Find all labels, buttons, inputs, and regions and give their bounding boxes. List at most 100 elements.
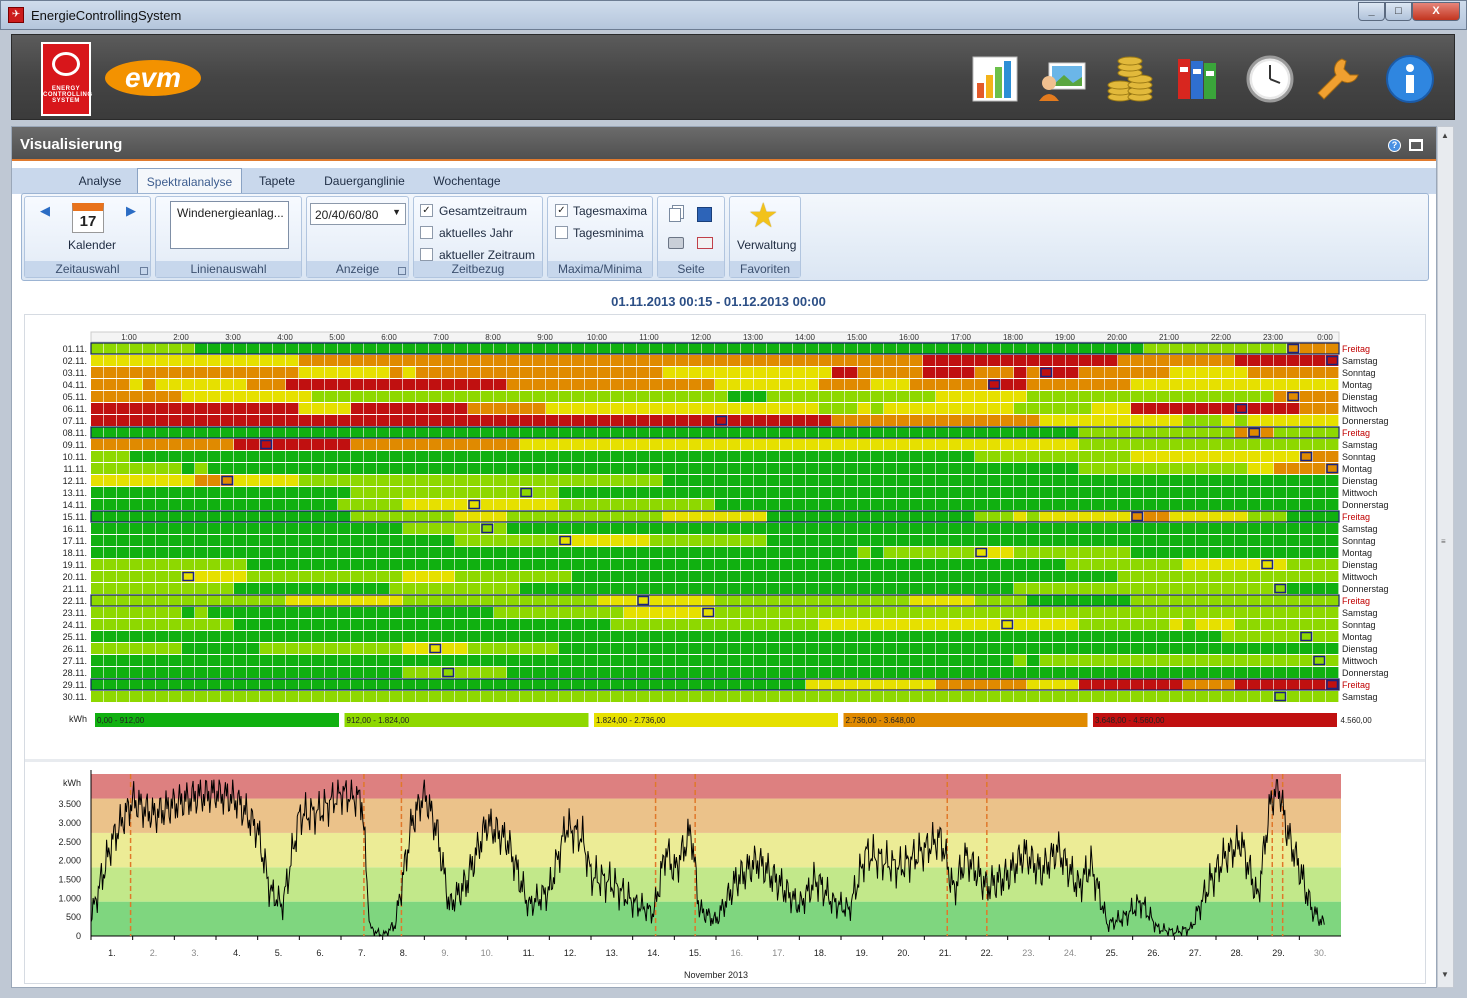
heatmap-cell [1144, 415, 1157, 426]
tab-analyse[interactable]: Analyse [68, 168, 132, 193]
next-arrow-icon[interactable]: ▶ [126, 203, 136, 219]
heatmap-cell [416, 619, 429, 630]
heatmap-cell [1027, 511, 1040, 522]
heatmap-cell [377, 415, 390, 426]
checkbox-tagesminima[interactable] [555, 226, 568, 239]
heatmap-cell [650, 427, 663, 438]
heatmap-cell [195, 499, 208, 510]
maximize-button[interactable]: □ [1385, 2, 1412, 21]
heatmap-cell [1027, 655, 1040, 666]
heatmap-cell [598, 595, 611, 606]
dialog-launcher-icon[interactable] [398, 267, 406, 275]
heatmap-cell [1300, 667, 1313, 678]
calendar-button[interactable]: Kalender [68, 238, 116, 252]
x-tick-label: 25. [1106, 948, 1119, 958]
heatmap-cell [325, 475, 338, 486]
bar-chart-icon[interactable] [969, 53, 1021, 105]
heatmap-cell [1066, 403, 1079, 414]
checkbox-tagesmaxima[interactable]: ✓ [555, 204, 568, 217]
heatmap-cell [689, 475, 702, 486]
email-icon[interactable] [697, 237, 713, 249]
line-selection-list[interactable]: Windenergieanlag... [170, 201, 289, 249]
heatmap-cell [741, 535, 754, 546]
heatmap-cell [1118, 511, 1131, 522]
logo-ring-icon [52, 52, 80, 76]
tab-wochentage[interactable]: Wochentage [422, 168, 512, 193]
minimize-button[interactable]: _ [1358, 2, 1385, 21]
heatmap-cell [793, 379, 806, 390]
heatmap-cell [1261, 487, 1274, 498]
clock-icon[interactable] [1244, 53, 1296, 105]
calendar-icon[interactable]: 17 [72, 203, 104, 233]
heatmap-cell [988, 451, 1001, 462]
vertical-scrollbar[interactable]: ▲ ≡ ▼ [1437, 126, 1454, 988]
checkbox-aktuelles-jahr[interactable] [420, 226, 433, 239]
heatmap-cell [455, 559, 468, 570]
heatmap-cell [910, 583, 923, 594]
copy-icon[interactable] [669, 208, 681, 222]
tab-dauerganglinie[interactable]: Dauerganglinie [312, 168, 417, 193]
heatmap-cell [351, 643, 364, 654]
checkbox-gesamtzeitraum[interactable]: ✓ [420, 204, 433, 217]
scroll-thumb-grip-icon[interactable]: ≡ [1441, 537, 1446, 546]
heatmap-cell [949, 643, 962, 654]
previous-arrow-icon[interactable]: ◀ [40, 203, 50, 219]
heatmap-cell [559, 415, 572, 426]
binders-icon[interactable] [1172, 53, 1224, 105]
heatmap-cell [975, 535, 988, 546]
heatmap-cell [312, 535, 325, 546]
heatmap-cell [143, 343, 156, 354]
scroll-up-arrow-icon[interactable]: ▲ [1441, 131, 1449, 140]
wrench-icon[interactable] [1312, 53, 1364, 105]
help-icon[interactable]: ? [1388, 139, 1401, 152]
heatmap-cell [481, 559, 494, 570]
dialog-launcher-icon[interactable] [140, 267, 148, 275]
heatmap-cell [1131, 487, 1144, 498]
group-label-seite: Seite [658, 261, 724, 277]
save-icon[interactable] [697, 207, 712, 222]
heatmap-cell [637, 523, 650, 534]
heatmap-cell [923, 643, 936, 654]
heatmap-cell [1248, 391, 1261, 402]
coins-icon[interactable] [1104, 53, 1156, 105]
heatmap-cell [637, 355, 650, 366]
heatmap-cell [585, 391, 598, 402]
checkbox-aktueller-zeitraum[interactable] [420, 248, 433, 261]
heatmap-cell [1170, 667, 1183, 678]
heatmap-cell [988, 403, 1001, 414]
heatmap-cell [286, 355, 299, 366]
heatmap-cell [1027, 631, 1040, 642]
heatmap-cell [546, 559, 559, 570]
restore-window-icon[interactable] [1409, 139, 1423, 151]
user-picture-icon[interactable] [1037, 53, 1089, 105]
tab-tapete[interactable]: Tapete [248, 168, 306, 193]
scroll-down-arrow-icon[interactable]: ▼ [1441, 970, 1449, 979]
heatmap-cell [455, 475, 468, 486]
heatmap-cell [338, 559, 351, 570]
x-tick-label: 29. [1272, 948, 1285, 958]
print-icon[interactable] [668, 237, 684, 249]
heatmap-cell [949, 535, 962, 546]
star-icon[interactable]: ★ [748, 197, 778, 235]
heatmap-cell [780, 523, 793, 534]
info-icon[interactable] [1384, 53, 1436, 105]
heatmap-cell [806, 343, 819, 354]
heatmap-cell [156, 403, 169, 414]
heatmap-cell [299, 631, 312, 642]
heatmap-cell [403, 559, 416, 570]
heatmap-cell [1222, 427, 1235, 438]
heatmap-cell [741, 631, 754, 642]
heatmap-cell [156, 691, 169, 702]
heatmap-cell [169, 571, 182, 582]
heatmap-cell [1027, 487, 1040, 498]
heatmap-cell [1157, 523, 1170, 534]
heatmap-cell [819, 643, 832, 654]
verwaltung-button[interactable]: Verwaltung [737, 238, 796, 252]
tab-spektralanalyse[interactable]: Spektralanalyse [137, 168, 242, 194]
heatmap-cell [962, 427, 975, 438]
heatmap-cell [988, 475, 1001, 486]
close-button[interactable]: X [1412, 2, 1460, 21]
heatmap-cell [884, 463, 897, 474]
heatmap-cell [1313, 643, 1326, 654]
display-dropdown[interactable]: 20/40/60/80 ▼ [310, 203, 406, 225]
